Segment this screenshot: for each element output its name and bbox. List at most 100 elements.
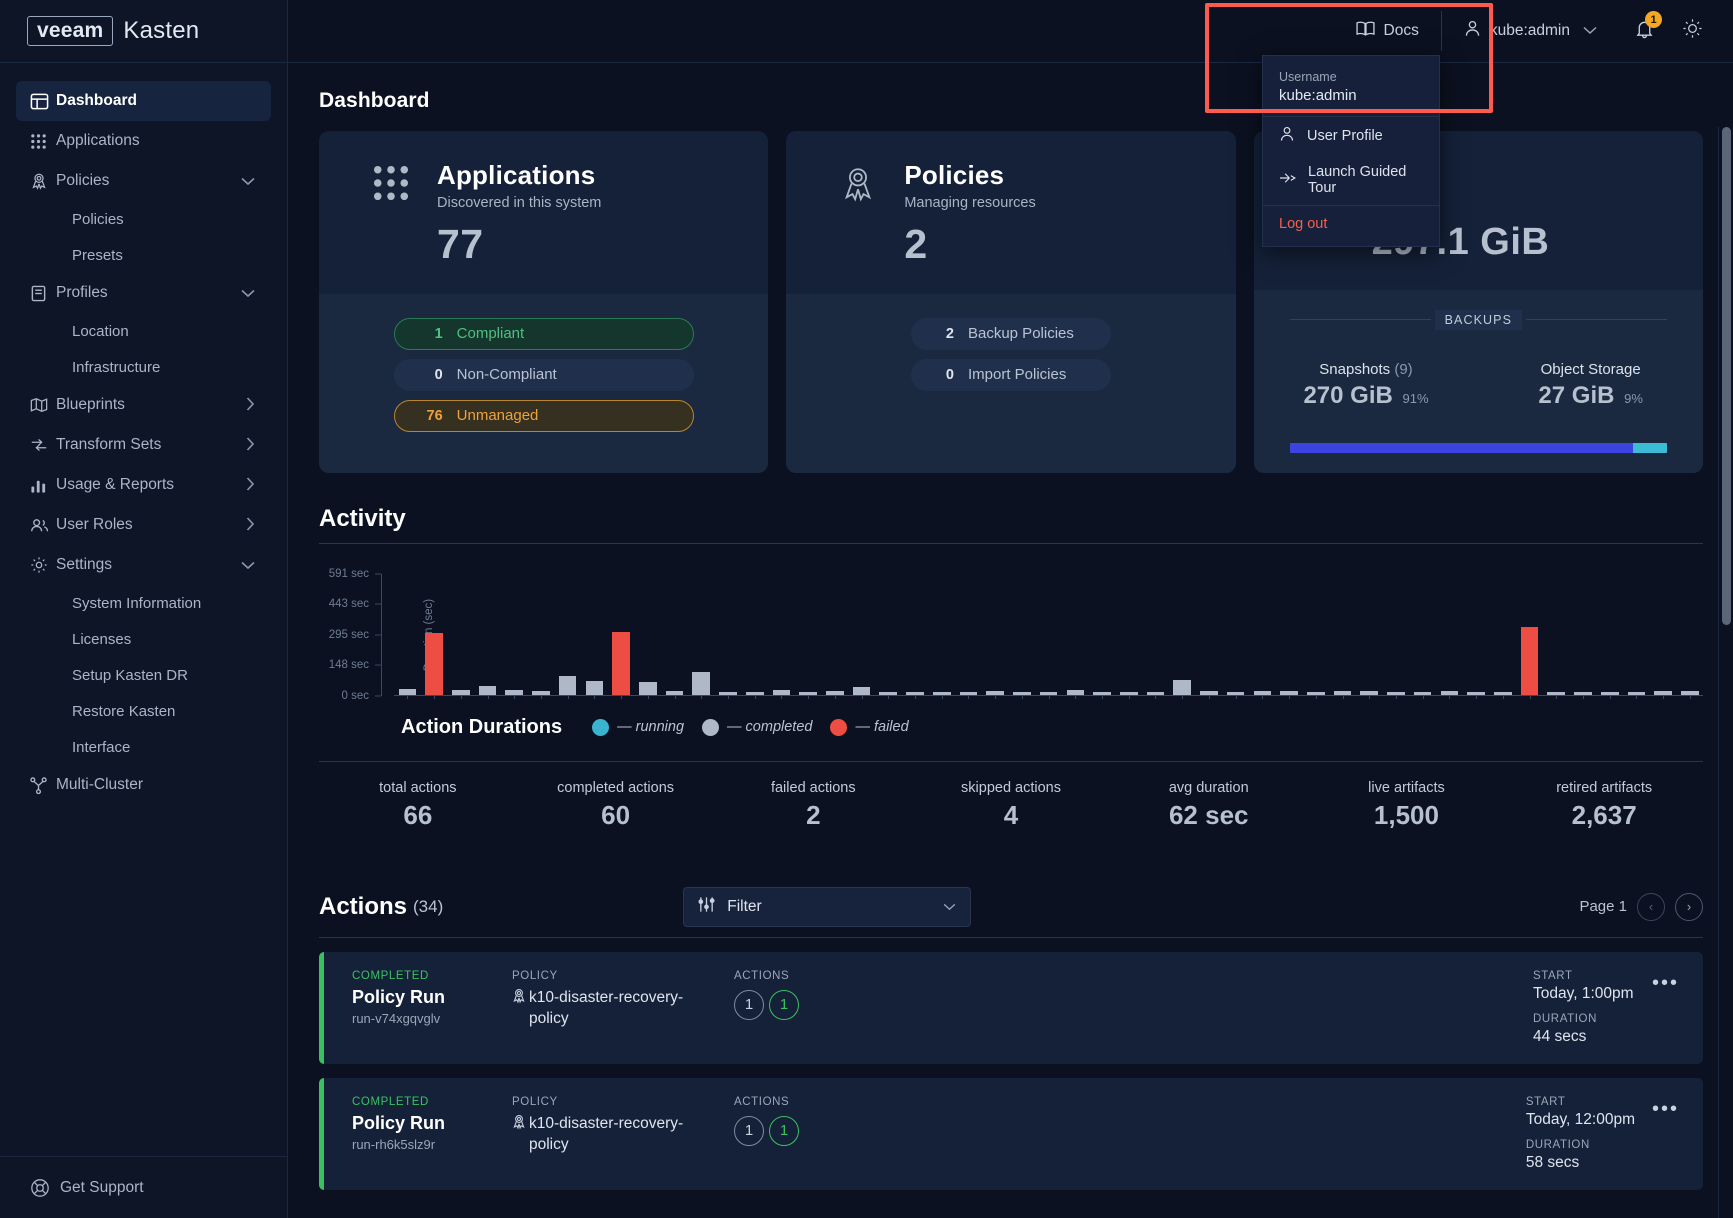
action-row[interactable]: COMPLETED Policy Run run-rh6k5slz9r POLI… <box>319 1077 1703 1190</box>
menu-item-logout[interactable]: Log out <box>1263 206 1439 244</box>
action-row[interactable]: COMPLETED Policy Run run-v74xgqvglv POLI… <box>319 951 1703 1064</box>
sidebar-item-multi-cluster[interactable]: Multi-Cluster <box>16 765 271 805</box>
pill-compliant[interactable]: 1 Compliant <box>393 317 694 350</box>
sidebar-item-get-support[interactable]: Get Support <box>0 1156 287 1218</box>
chart-bar[interactable] <box>1436 574 1463 699</box>
chart-bar[interactable] <box>1329 574 1356 699</box>
chart-bar[interactable] <box>1570 574 1597 699</box>
chart-bar[interactable] <box>955 574 982 699</box>
sidebar-subitem-licenses[interactable]: Licenses <box>16 621 271 657</box>
chart-bar[interactable] <box>661 574 688 699</box>
action-counter-total[interactable]: 1 <box>734 989 764 1020</box>
pill-import-policies[interactable]: 0 Import Policies <box>910 358 1111 391</box>
sidebar-subitem-setup-kasten-dr[interactable]: Setup Kasten DR <box>16 657 271 693</box>
chart-bar[interactable] <box>1222 574 1249 699</box>
chart-bar[interactable] <box>1089 574 1116 699</box>
sidebar-item-profiles[interactable]: Profiles <box>16 273 271 313</box>
chart-bar[interactable] <box>1115 574 1142 699</box>
chart-bar[interactable] <box>902 574 929 699</box>
brand-logo[interactable]: veeam Kasten <box>0 0 287 63</box>
theme-toggle-button[interactable] <box>1668 18 1711 44</box>
sidebar-item-settings[interactable]: Settings <box>16 545 271 585</box>
action-overflow-menu[interactable]: ••• <box>1652 1099 1679 1119</box>
chart-bar[interactable] <box>1276 574 1303 699</box>
chart-bar[interactable] <box>1169 574 1196 699</box>
chart-bar[interactable] <box>1009 574 1036 699</box>
action-counter-succeeded[interactable]: 1 <box>769 989 799 1020</box>
chart-bar[interactable] <box>1196 574 1223 699</box>
chart-bar[interactable] <box>688 574 715 699</box>
chart-bar[interactable] <box>928 574 955 699</box>
card-policies[interactable]: Policies Managing resources 2 2 Backup P… <box>786 131 1236 473</box>
chart-bar[interactable] <box>1383 574 1410 699</box>
action-counter-succeeded[interactable]: 1 <box>769 1115 799 1146</box>
user-dropdown-menu[interactable]: Username kube:admin User Profile Launch … <box>1262 55 1440 247</box>
chart-bar[interactable] <box>795 574 822 699</box>
sidebar-item-user-roles[interactable]: User Roles <box>16 505 271 545</box>
sidebar-item-usage-reports[interactable]: Usage & Reports <box>16 465 271 505</box>
chart-bar[interactable] <box>528 574 555 699</box>
sidebar-item-transform-sets[interactable]: Transform Sets <box>16 425 271 465</box>
chart-bar[interactable] <box>634 574 661 699</box>
chart-bar[interactable] <box>1035 574 1062 699</box>
chart-bar[interactable] <box>1463 574 1490 699</box>
chart-bar[interactable] <box>1650 574 1677 699</box>
chart-bar[interactable] <box>1596 574 1623 699</box>
chart-bar[interactable] <box>581 574 608 699</box>
topbar-divider <box>1440 11 1442 51</box>
actions-column-label: ACTIONS <box>734 1095 790 1108</box>
chart-bar[interactable] <box>1249 574 1276 699</box>
sidebar-subitem-presets[interactable]: Presets <box>16 237 271 273</box>
sidebar-subitem-interface[interactable]: Interface <box>16 729 271 765</box>
chart-bar[interactable] <box>1356 574 1383 699</box>
chart-bar[interactable] <box>848 574 875 699</box>
prev-page-button[interactable]: ‹ <box>1637 892 1665 921</box>
chart-bar[interactable] <box>608 574 635 699</box>
chart-bar[interactable] <box>822 574 849 699</box>
menu-item-launch-guided-tour[interactable]: Launch Guided Tour <box>1263 155 1439 205</box>
chart-bar[interactable] <box>768 574 795 699</box>
vertical-scrollbar[interactable] <box>1722 127 1731 1218</box>
filter-dropdown[interactable]: Filter <box>683 886 972 927</box>
sidebar-subitem-location[interactable]: Location <box>16 313 271 349</box>
pill-unmanaged[interactable]: 76 Unmanaged <box>393 399 694 432</box>
pill-backup-policies[interactable]: 2 Backup Policies <box>910 317 1111 350</box>
chart-bar[interactable] <box>447 574 474 699</box>
sidebar-subitem-infrastructure[interactable]: Infrastructure <box>16 349 271 385</box>
pill-non-compliant[interactable]: 0 Non-Compliant <box>393 358 694 391</box>
chart-bar[interactable] <box>741 574 768 699</box>
chart-bar[interactable] <box>554 574 581 699</box>
sidebar-item-dashboard[interactable]: Dashboard <box>16 81 271 121</box>
chart-bar[interactable] <box>982 574 1009 699</box>
action-counter-total[interactable]: 1 <box>734 1115 764 1146</box>
chart-bar[interactable] <box>1142 574 1169 699</box>
chart-bar[interactable] <box>1302 574 1329 699</box>
user-menu-button[interactable]: kube:admin <box>1446 11 1615 51</box>
sidebar-item-policies[interactable]: Policies <box>16 161 271 201</box>
chart-bar[interactable] <box>715 574 742 699</box>
docs-button[interactable]: Docs <box>1338 11 1437 51</box>
chart-bar[interactable] <box>875 574 902 699</box>
notifications-button[interactable]: 1 <box>1615 11 1668 51</box>
chart-bar[interactable] <box>501 574 528 699</box>
card-applications[interactable]: Applications Discovered in this system 7… <box>319 131 769 473</box>
chart-bar[interactable] <box>1489 574 1516 699</box>
chart-bar[interactable] <box>1062 574 1089 699</box>
chart-bar[interactable] <box>1543 574 1570 699</box>
chart-bar[interactable] <box>421 574 448 699</box>
chart-bar[interactable] <box>474 574 501 699</box>
chart-bar[interactable] <box>394 574 421 699</box>
next-page-button[interactable]: › <box>1675 892 1703 921</box>
sidebar-subitem-policies[interactable]: Policies <box>16 201 271 237</box>
sidebar-item-applications[interactable]: Applications <box>16 121 271 161</box>
scrollbar-thumb[interactable] <box>1722 127 1731 625</box>
chart-bar[interactable] <box>1409 574 1436 699</box>
sidebar-subitem-restore-kasten[interactable]: Restore Kasten <box>16 693 271 729</box>
menu-item-user-profile[interactable]: User Profile <box>1263 117 1439 155</box>
chart-bar[interactable] <box>1677 574 1704 699</box>
sidebar-subitem-system-information[interactable]: System Information <box>16 585 271 621</box>
chart-bar[interactable] <box>1623 574 1650 699</box>
action-overflow-menu[interactable]: ••• <box>1652 973 1679 993</box>
sidebar-item-blueprints[interactable]: Blueprints <box>16 385 271 425</box>
chart-bar[interactable] <box>1516 574 1543 699</box>
